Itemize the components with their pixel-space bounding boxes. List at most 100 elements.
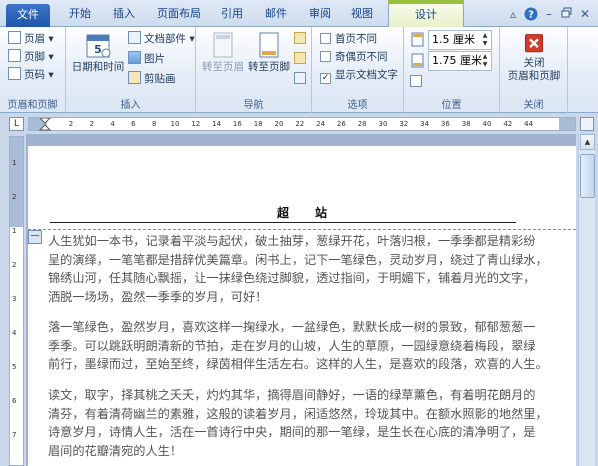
ruler-number: 24 — [316, 120, 326, 128]
ruler-number: 36 — [440, 120, 450, 128]
minimize-ribbon-icon[interactable]: ▵ — [506, 7, 520, 21]
footer-button[interactable]: 页脚 ▾ — [8, 49, 54, 65]
header-text[interactable]: 超站 — [28, 204, 576, 221]
show-doc-text-checkbox[interactable]: ✓ 显示文档文字 — [320, 68, 398, 84]
paragraph-2[interactable]: 落一笔绿色，盈然岁月，喜欢这样一掬绿水，一盆绿色，默默长成一树的景致，郁郁葱葱一… — [48, 318, 548, 374]
text-line: 锦绣山河，任其随心飘摇，让一抹绿色绕过脚貌，透过指间，于明媚下，铺着月光的文字， — [48, 271, 536, 285]
spin-arrows-icon[interactable]: ▲ ▼ — [481, 32, 489, 48]
close-label-line2: 页眉和页脚 — [507, 70, 561, 82]
goto-header-button[interactable]: 转至页眉 — [200, 31, 246, 74]
vertical-ruler-number: 7 — [12, 431, 17, 439]
ruler-number: 32 — [399, 120, 409, 128]
ruler-number: 34 — [420, 120, 430, 128]
link-previous-icon — [294, 72, 306, 84]
picture-label: 图片 — [144, 53, 165, 65]
next-section-icon — [294, 52, 306, 64]
insert-alignment-tab-button[interactable] — [410, 74, 425, 90]
diff-odd-even-label: 奇偶页不同 — [335, 51, 388, 63]
view-ruler-button[interactable] — [580, 117, 594, 131]
tab-file[interactable]: 文件 — [6, 4, 50, 27]
link-previous-button[interactable] — [294, 71, 309, 87]
date-time-button[interactable]: 5 日期和时间 — [68, 31, 128, 74]
goto-footer-icon — [259, 32, 279, 58]
horizontal-ruler[interactable]: 2 2 4 6 8 10 12 14 16 18 20 22 24 26 28 30 32 34 36 38 40 42 4… — [28, 117, 576, 131]
ruler-number: 20 — [274, 120, 284, 128]
picture-button[interactable]: 图片 — [128, 51, 165, 67]
header-icon — [8, 31, 21, 44]
group-options: 首页不同 奇偶页不同 ✓ 显示文档文字 选项 — [312, 27, 404, 113]
footer-label: 页脚 — [24, 51, 45, 63]
vertical-scrollbar[interactable]: ▲ — [578, 134, 595, 466]
ruler-number: 14 — [212, 120, 222, 128]
window-restore-icon[interactable] — [560, 7, 574, 21]
diff-odd-even-checkbox[interactable]: 奇偶页不同 — [320, 50, 388, 64]
header-button[interactable]: 页眉 ▾ — [8, 31, 54, 47]
group-header-footer: 页眉 ▾ 页脚 ▾ 页码 ▾ 页眉和页脚 — [0, 27, 66, 113]
tab-insert[interactable]: 插入 — [104, 3, 144, 27]
vertical-ruler-top-margin — [10, 137, 23, 227]
svg-text:5: 5 — [94, 43, 102, 56]
footer-position-spinner[interactable]: 1.75 厘米 ▲ ▼ — [410, 51, 500, 71]
tab-design[interactable]: 设计 — [388, 3, 464, 28]
clip-art-icon — [128, 71, 141, 84]
document-page[interactable]: 超站 一 人生犹如一本书，记录着平淡与起伏，破土抽芽，葱绿开花，叶落归根，一季季… — [28, 146, 576, 466]
diff-odd-even-box — [320, 51, 331, 62]
scrollbar-thumb[interactable] — [580, 154, 595, 198]
doc-parts-icon — [128, 31, 141, 44]
page-number-button[interactable]: 页码 ▾ — [8, 67, 54, 83]
group-navigation: 转至页眉 转至页脚 导航 — [196, 27, 312, 113]
doc-parts-label: 文档部件 — [144, 33, 186, 45]
header-position-icon — [411, 32, 424, 47]
prev-section-button[interactable] — [294, 31, 309, 47]
tab-view[interactable]: 视图 — [342, 3, 382, 27]
spin-arrows-icon[interactable]: ▲ ▼ — [481, 53, 489, 69]
tab-home[interactable]: 开始 — [58, 3, 102, 27]
vertical-ruler-number: 1 — [12, 227, 17, 235]
footer-position-icon — [411, 53, 424, 68]
group-label-options: 选项 — [347, 100, 368, 111]
tab-references[interactable]: 引用 — [212, 3, 252, 27]
ruler-number: 38 — [461, 120, 471, 128]
ruler-number: 2 — [89, 120, 95, 128]
ruler-number: 16 — [232, 120, 242, 128]
ruler-number: 42 — [503, 120, 513, 128]
group-close: 关闭 页眉和页脚 关闭 — [500, 27, 568, 113]
tab-selector[interactable]: L — [9, 117, 24, 131]
vertical-ruler[interactable]: 1212345678 — [9, 136, 24, 466]
tab-review[interactable]: 审阅 — [300, 3, 340, 27]
text-line: 季季。可以跳跃明朗清新的节拍，走在岁月的山坡，人生的草原，一园绿意绕着梅段，翠绿 — [48, 338, 536, 353]
header-position-spinner[interactable]: 1.5 厘米 ▲ ▼ — [410, 30, 500, 50]
help-icon[interactable]: ? — [524, 7, 538, 21]
header-position-value: 1.5 厘米 — [432, 33, 475, 46]
window-close-icon[interactable]: ✕ — [578, 7, 592, 21]
clip-art-button[interactable]: 剪贴画 — [128, 71, 176, 87]
clip-art-label: 剪贴画 — [144, 73, 176, 85]
indent-marker-icon[interactable] — [39, 118, 51, 132]
text-line: 清芬，有着清荷幽兰的素雅，这般的读着岁月，闲适悠然，玲珑其中。在额水照影的地然里… — [48, 406, 548, 421]
scroll-up-icon[interactable]: ▲ — [580, 134, 595, 150]
group-label-navigation: 导航 — [243, 100, 264, 111]
horizontal-ruler-row: L 2 2 4 6 8 10 12 14 16 18 20 22 24 26 28 30 32 34 36 38 40 4… — [0, 114, 598, 134]
text-line: 洒脱一场场，盈然一季季的岁月，可好！ — [48, 289, 268, 304]
vertical-ruler-number: 1 — [12, 159, 17, 167]
header-label: 页眉 — [24, 33, 45, 45]
ruler-number: 26 — [336, 120, 346, 128]
doc-parts-button[interactable]: 文档部件 ▾ — [128, 31, 195, 47]
header-position-input[interactable]: 1.5 厘米 ▲ ▼ — [428, 30, 492, 50]
goto-footer-button[interactable]: 转至页脚 — [246, 31, 292, 74]
diff-first-page-box — [320, 33, 331, 44]
ruler-right-margin — [559, 118, 575, 130]
paragraph-1[interactable]: 人生犹如一本书，记录着平淡与起伏，破土抽芽，葱绿开花，叶落归根，一季季都是精彩纷… — [48, 232, 548, 306]
ruler-number: 30 — [378, 120, 388, 128]
page-number-icon — [8, 67, 21, 80]
tab-mailings[interactable]: 邮件 — [256, 3, 296, 27]
footer-position-input[interactable]: 1.75 厘米 ▲ ▼ — [428, 51, 492, 71]
diff-first-page-checkbox[interactable]: 首页不同 — [320, 32, 377, 46]
prev-section-icon — [294, 32, 306, 44]
window-minimize-icon[interactable]: – — [542, 7, 556, 21]
next-section-button[interactable] — [294, 51, 309, 67]
paragraph-3[interactable]: 读文，取字，择其桃之夭夭，灼灼其华，摘得眉间静好，一语的绿草薰色，有着明花朗月的… — [48, 386, 548, 460]
close-header-footer-button[interactable]: 关闭 页眉和页脚 — [500, 33, 568, 83]
vertical-ruler-number: 5 — [12, 363, 17, 371]
tab-page-layout[interactable]: 页面布局 — [146, 3, 212, 27]
